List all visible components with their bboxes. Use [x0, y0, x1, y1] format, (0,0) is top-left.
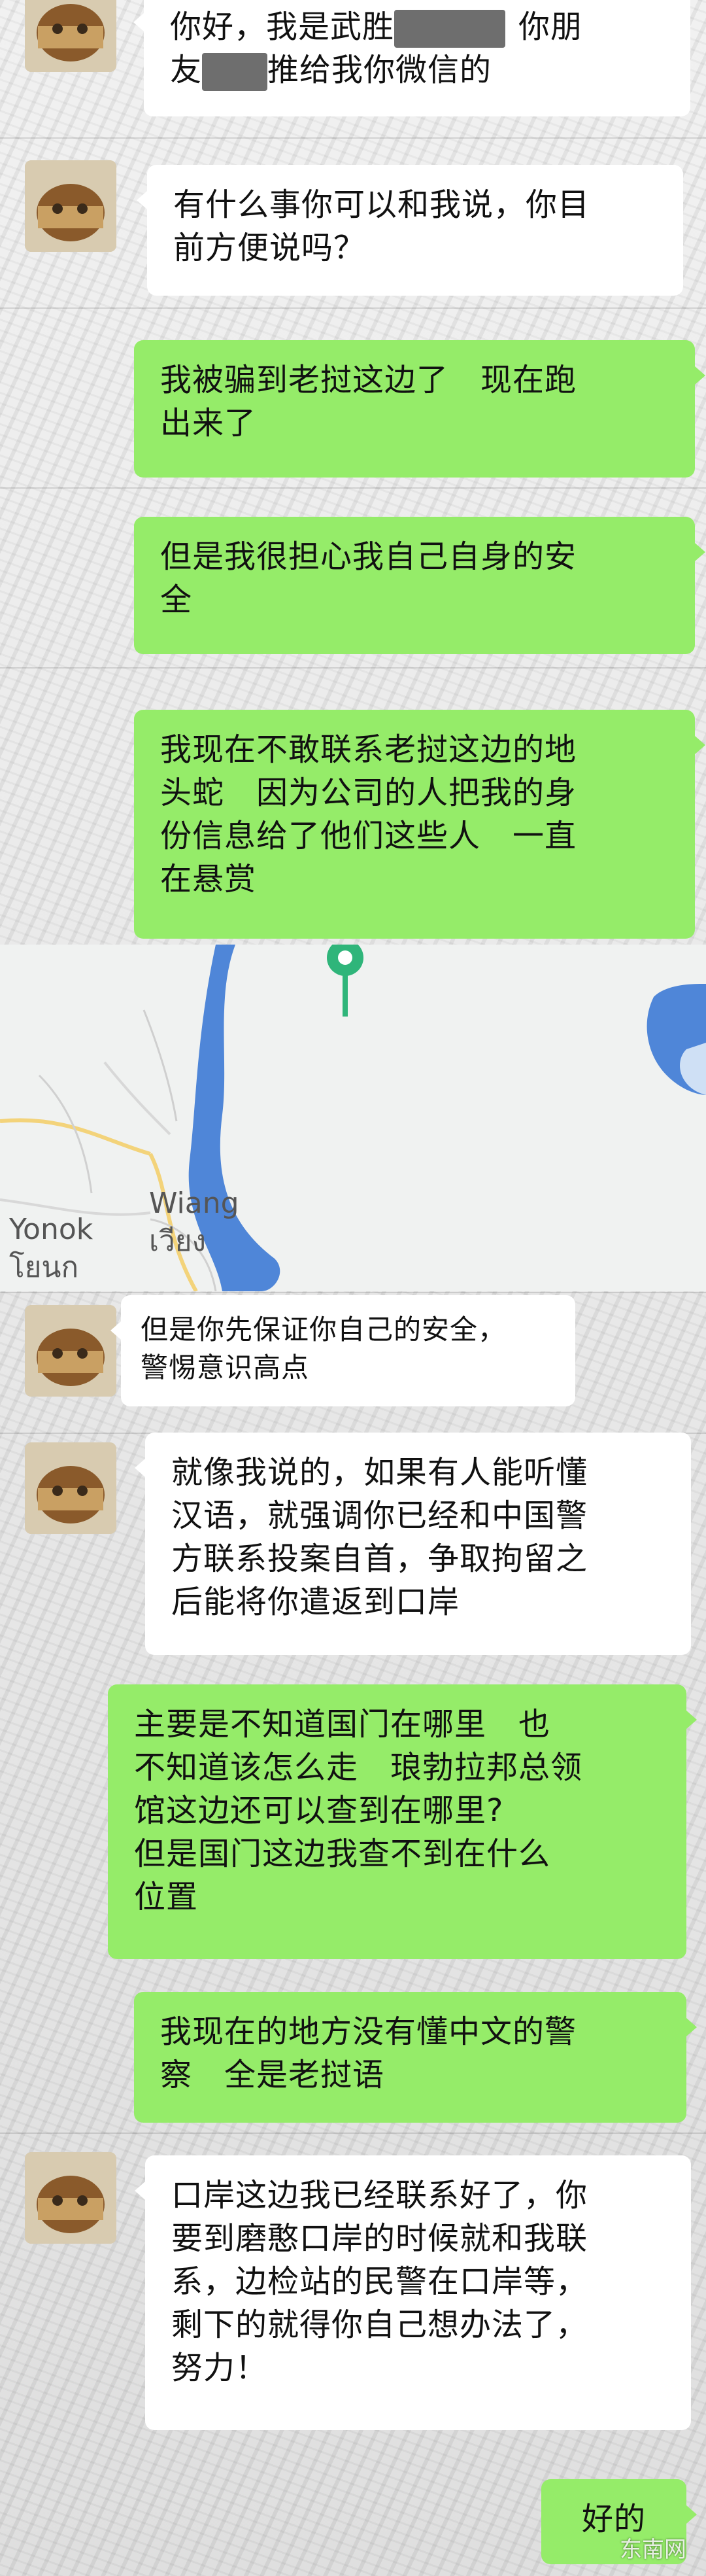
message-line: 警惕意识高点: [141, 1351, 310, 1384]
message-bubble-sent[interactable]: 主要是不知道国门在哪里 也 不知道该怎么走 琅勃拉邦总领 馆这边还可以查到在哪里…: [108, 1684, 697, 1959]
message-line: 头蛇 因为公司的人把我的身: [160, 775, 577, 811]
map-label-yonok: Yonok: [9, 1213, 93, 1246]
message-line: 但是国门这边我查不到在什么: [134, 1836, 551, 1872]
message-bubble-received[interactable]: 就像我说的，如果有人能听懂 汉语，就强调你已经和中国警 方联系投案自首，争取拘留…: [135, 1433, 691, 1655]
message-line: 要到磨憨口岸的时候就和我联: [171, 2220, 588, 2257]
avatar-image: [25, 160, 116, 252]
message-line: 馆这边还可以查到在哪里?: [134, 1792, 504, 1829]
redaction-mask: [202, 53, 268, 91]
contact-avatar[interactable]: [25, 0, 116, 72]
message-line: 有什么事你可以和我说，你目: [173, 186, 590, 223]
map-graphic: [0, 945, 706, 1291]
message-line: 我被骗到老挝这边了 现在跑: [160, 362, 577, 398]
message-line: 剩下的就得你自己想办法了，: [171, 2306, 588, 2343]
message-line: 我现在不敢联系老挝这边的地: [160, 731, 577, 768]
watermark-text: 东南网: [620, 2537, 686, 2563]
message-line: 方联系投案自首，争取拘留之: [171, 1540, 588, 1577]
message-line: 后能将你遣返到口岸: [171, 1584, 460, 1620]
avatar-image: [25, 2152, 116, 2244]
screenshot-seam: [0, 137, 706, 139]
message-line: 努力！: [171, 2350, 268, 2386]
message-line: 全: [160, 582, 193, 618]
contact-avatar[interactable]: [25, 160, 116, 252]
screenshot-seam: [0, 487, 706, 489]
message-bubble-sent[interactable]: 但是我很担心我自己自身的安 全: [134, 517, 705, 654]
contact-avatar[interactable]: [25, 1442, 116, 1534]
message-bubble-sent[interactable]: 我现在的地方没有懂中文的警 察 全是老挝语: [134, 1992, 697, 2123]
message-bubble-sent[interactable]: 我现在不敢联系老挝这边的地 头蛇 因为公司的人把我的身 份信息给了他们这些人 一…: [134, 710, 705, 939]
map-label-wiang-thai: เวียง: [149, 1225, 207, 1258]
message-line: 不知道该怎么走 琅勃拉邦总领: [134, 1749, 583, 1786]
message-line: 口岸这边我已经联系好了，你: [171, 2177, 588, 2214]
message-text: 推给我你微信的: [267, 52, 492, 88]
avatar-image: [25, 1442, 116, 1534]
screenshot-seam: [0, 2132, 706, 2134]
screenshot-seam: [0, 1292, 706, 1293]
message-line: 系，边检站的民警在口岸等，: [171, 2263, 588, 2300]
message-bubble-received[interactable]: 但是你先保证你自己的安全， 警惕意识高点: [110, 1295, 575, 1406]
message-line: 我现在的地方没有懂中文的警: [160, 2013, 577, 2050]
message-text: 你朋: [518, 9, 583, 45]
message-text: 友: [170, 52, 203, 88]
message-line: 位置: [134, 1879, 199, 1915]
avatar-image: [25, 1305, 116, 1397]
message-line: 察 全是老挝语: [160, 2057, 385, 2093]
message-line: 份信息给了他们这些人 一直: [160, 818, 577, 854]
message-line: 前方便说吗？: [173, 230, 366, 266]
message-line: 主要是不知道国门在哪里 也: [134, 1706, 551, 1743]
screenshot-seam: [0, 307, 706, 309]
message-bubble-received[interactable]: 有什么事你可以和我说，你目 前方便说吗？: [137, 165, 683, 296]
avatar-image: [25, 0, 116, 72]
contact-avatar[interactable]: [25, 1305, 116, 1397]
message-bubble-sent[interactable]: 我被骗到老挝这边了 现在跑 出来了: [134, 340, 705, 478]
message-bubble-received[interactable]: 你好，我是武胜 你朋 友 推给我你微信的: [133, 0, 690, 116]
message-line: 但是我很担心我自己自身的安: [160, 538, 577, 575]
message-text: 你好，我是武胜: [170, 9, 395, 45]
location-map[interactable]: Wiang เวียง Yonok โยนก: [0, 945, 706, 1291]
message-line: 出来了: [160, 405, 257, 442]
screenshot-seam: [0, 667, 706, 669]
message-line: 但是你先保证你自己的安全，: [141, 1314, 507, 1346]
message-line: 在悬赏: [160, 861, 257, 897]
message-bubble-received[interactable]: 口岸这边我已经联系好了，你 要到磨憨口岸的时候就和我联 系，边检站的民警在口岸等…: [135, 2155, 691, 2430]
contact-avatar[interactable]: [25, 2152, 116, 2244]
message-line: 汉语，就强调你已经和中国警: [171, 1497, 588, 1534]
map-label-wiang: Wiang: [149, 1187, 239, 1220]
message-line: 就像我说的，如果有人能听懂: [171, 1454, 588, 1491]
map-label-yonok-thai: โยนก: [9, 1251, 79, 1284]
redaction-mask: [394, 10, 506, 48]
